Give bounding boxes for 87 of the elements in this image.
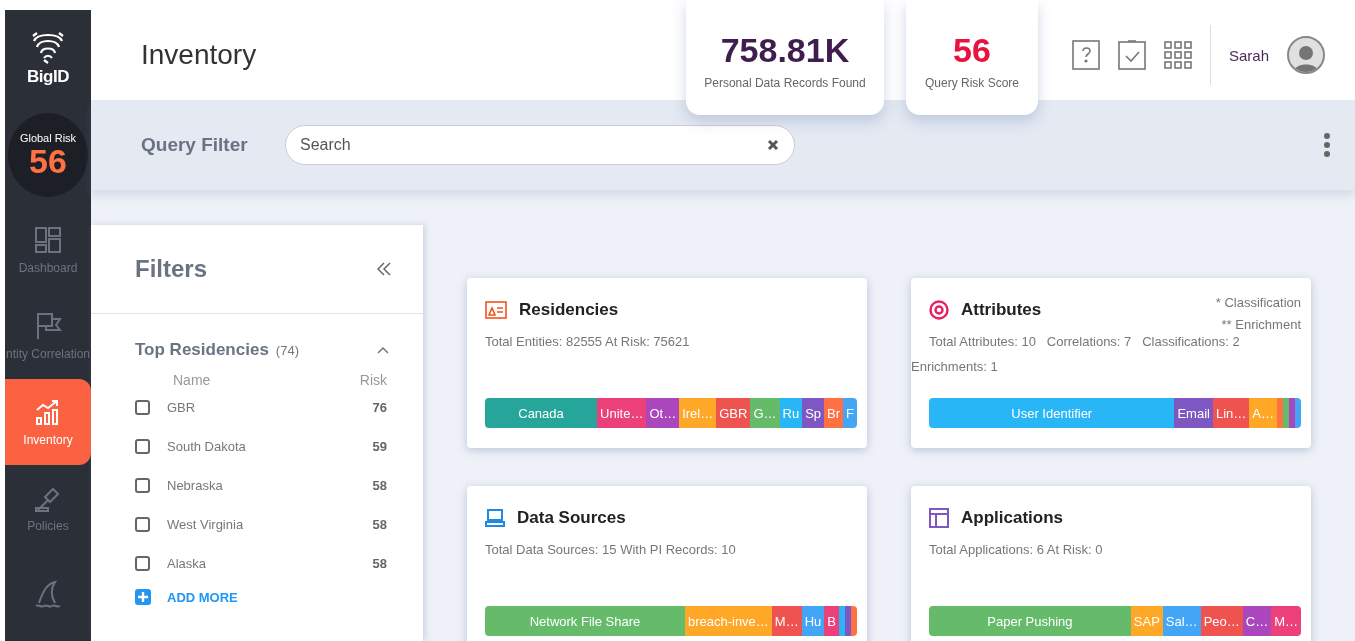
bar-segment[interactable]: Unite… bbox=[597, 398, 647, 428]
bar-segment[interactable]: Sp bbox=[802, 398, 825, 428]
clipboard-check-icon[interactable] bbox=[1117, 40, 1146, 70]
card-summary: Enrichments: 1 bbox=[911, 359, 999, 374]
risk-value: 76 bbox=[372, 400, 387, 415]
filters-title: Filters bbox=[135, 255, 208, 283]
bar-segment[interactable]: Network File Share bbox=[485, 606, 685, 636]
section-title: Top Residencies bbox=[135, 340, 269, 360]
risk-value: 58 bbox=[372, 517, 387, 532]
page-title: Inventory bbox=[141, 39, 258, 71]
brand-logo: BigID bbox=[27, 66, 69, 87]
checkbox[interactable] bbox=[135, 400, 150, 415]
card-summary: Total Data Sources: 15 With PI Records: 10 bbox=[485, 542, 737, 557]
card-summary: Total Attributes: 10 Correlations: 7 Classifications: 2 bbox=[929, 334, 1241, 349]
apps-grid-icon[interactable] bbox=[1163, 41, 1192, 69]
query-filter-label: Query Filter bbox=[141, 134, 249, 156]
more-icon[interactable] bbox=[1323, 132, 1331, 158]
avatar-icon[interactable] bbox=[1287, 36, 1325, 74]
risk-value: 58 bbox=[372, 556, 387, 571]
card-title: Data Sources bbox=[517, 508, 626, 528]
checkbox[interactable] bbox=[135, 439, 150, 454]
user-name[interactable]: Sarah bbox=[1228, 46, 1269, 64]
bar-segment[interactable]: Peo… bbox=[1200, 606, 1243, 636]
residency-name: Nebraska bbox=[167, 478, 224, 493]
bar-segment[interactable]: Ot… bbox=[646, 398, 680, 428]
dashboard-icon bbox=[33, 225, 63, 255]
nav-item[interactable]: Dashboard bbox=[5, 207, 91, 293]
bar-segment[interactable]: GBR bbox=[716, 398, 751, 428]
bar-segment[interactable]: G… bbox=[750, 398, 780, 428]
stat-label: Personal Data Records Found bbox=[704, 76, 866, 90]
bar-segment[interactable]: C… bbox=[1242, 606, 1272, 636]
card-summary: Total Entities: 82555 At Risk: 75621 bbox=[485, 334, 691, 349]
layout-icon bbox=[929, 508, 949, 528]
bar-segment[interactable]: SAP bbox=[1130, 606, 1163, 636]
nav-item[interactable]: ntity Correlation bbox=[5, 293, 91, 379]
bar-segment[interactable]: User Identifier bbox=[929, 398, 1175, 428]
bar-segment[interactable]: M… bbox=[1271, 606, 1301, 636]
checkbox[interactable] bbox=[135, 556, 150, 571]
bar-segment[interactable]: Irel… bbox=[679, 398, 717, 428]
computer-icon bbox=[485, 508, 505, 528]
bar-segment[interactable]: A… bbox=[1249, 398, 1277, 428]
bar-segment[interactable]: Hu bbox=[801, 606, 825, 636]
bar-segment[interactable]: Br bbox=[824, 398, 844, 428]
residency-name: West Virginia bbox=[167, 517, 245, 532]
bar-segment[interactable]: Lin… bbox=[1212, 398, 1250, 428]
residency-name: Alaska bbox=[167, 556, 208, 571]
global-risk-label: Global Risk bbox=[19, 132, 77, 144]
bar-segment[interactable]: F bbox=[843, 398, 857, 428]
legend-note: * Classification bbox=[1215, 294, 1301, 312]
bar-segment[interactable]: B bbox=[824, 606, 839, 636]
checkbox[interactable] bbox=[135, 517, 150, 532]
checkbox[interactable] bbox=[135, 478, 150, 493]
card-title: Applications bbox=[961, 508, 1063, 528]
stat-label: Query Risk Score bbox=[924, 76, 1019, 90]
bar-segment[interactable]: Email bbox=[1174, 398, 1213, 428]
target-icon bbox=[929, 300, 949, 320]
chevron-up-icon[interactable] bbox=[377, 346, 389, 354]
risk-value: 58 bbox=[372, 478, 387, 493]
nav-item[interactable]: Inventory bbox=[5, 379, 91, 465]
bar-segment[interactable]: Canada bbox=[485, 398, 598, 428]
card-title: Attributes bbox=[961, 300, 1042, 320]
legend-note: ** Enrichment bbox=[1221, 316, 1301, 334]
stat-value: 758.81K bbox=[720, 31, 850, 70]
column-header: Name bbox=[173, 372, 211, 388]
id-card-icon bbox=[485, 301, 507, 319]
add-more-link[interactable]: ADD MORE bbox=[91, 583, 423, 611]
card-title: Residencies bbox=[519, 300, 619, 320]
bar-segment[interactable]: Paper Pushing bbox=[929, 606, 1131, 636]
clear-icon[interactable] bbox=[767, 139, 779, 151]
plus-icon bbox=[135, 589, 151, 605]
nav-item[interactable]: Policies bbox=[5, 465, 91, 551]
collapse-icon[interactable] bbox=[377, 262, 391, 276]
residency-name: South Dakota bbox=[167, 439, 247, 454]
residency-name: GBR bbox=[167, 400, 197, 415]
bar-segment[interactable]: Ru bbox=[779, 398, 803, 428]
global-risk-value: 56 bbox=[29, 144, 67, 178]
card-summary: Total Applications: 6 At Risk: 0 bbox=[929, 542, 1104, 557]
bar-segment[interactable]: Sal… bbox=[1162, 606, 1201, 636]
help-icon[interactable] bbox=[1071, 40, 1100, 70]
bar-segment[interactable]: breach-inve… bbox=[684, 606, 772, 636]
column-header: Risk bbox=[359, 372, 387, 388]
risk-value: 59 bbox=[372, 439, 387, 454]
stat-value: 56 bbox=[953, 31, 991, 70]
search-field[interactable]: Search bbox=[285, 125, 795, 165]
section-count: (74) bbox=[275, 342, 300, 358]
bar-segment[interactable]: M… bbox=[771, 606, 802, 636]
fin-icon bbox=[33, 579, 63, 609]
